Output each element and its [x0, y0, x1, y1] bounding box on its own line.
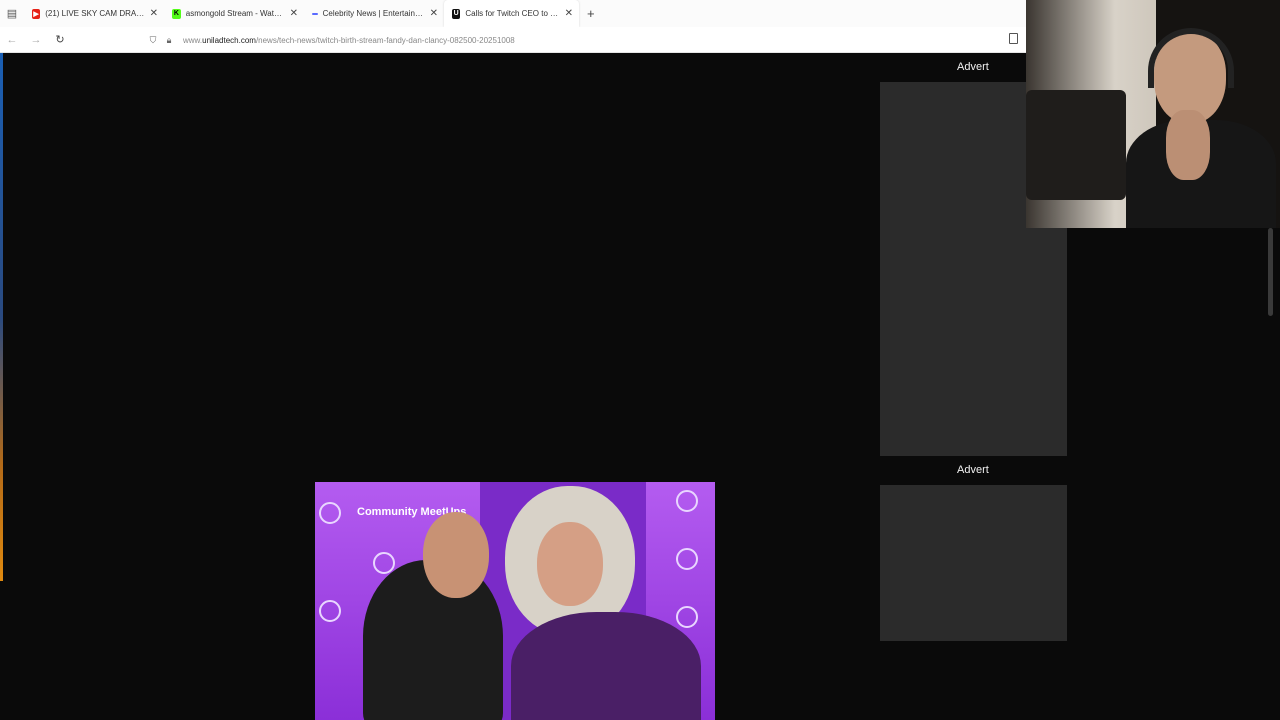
new-tab-icon[interactable]: + [587, 6, 595, 21]
logo-icon [676, 490, 698, 512]
tab-celebrity-news[interactable]: Celebrity News | Entertainment ✕ [304, 0, 444, 27]
lock-icon[interactable]: 🔒︎ [161, 35, 177, 46]
advert-label: Advert [957, 61, 989, 73]
reader-view-icon[interactable] [1009, 33, 1018, 44]
url-text[interactable]: www.uniladtech.com/news/tech-news/twitch… [183, 36, 515, 45]
person-right-body [511, 612, 701, 720]
unilad-icon: U [452, 8, 461, 19]
tab-unilad-active[interactable]: U Calls for Twitch CEO to be arres ✕ [444, 0, 579, 27]
back-icon[interactable]: ← [0, 27, 24, 53]
person-left-head [423, 512, 489, 598]
tab-bar: ▤ ▶ (21) LIVE SKY CAM DRACONIDS ✕ K asmo… [0, 0, 1026, 27]
logo-icon [676, 548, 698, 570]
logo-icon [676, 606, 698, 628]
youtube-icon: ▶ [32, 8, 41, 19]
close-icon[interactable]: ✕ [430, 8, 438, 19]
left-edge-strip [0, 53, 3, 581]
logo-icon [319, 502, 341, 524]
browser-window: ▤ ▶ (21) LIVE SKY CAM DRACONIDS ✕ K asmo… [0, 0, 1026, 53]
reload-icon[interactable]: ↻ [48, 27, 72, 53]
forward-icon[interactable]: → [24, 27, 48, 53]
webcam-overlay [1026, 0, 1280, 228]
page-scrollbar[interactable] [1268, 228, 1273, 316]
tab-label: Calls for Twitch CEO to be arres [465, 9, 560, 18]
person-right-head [537, 522, 603, 606]
tab-label: (21) LIVE SKY CAM DRACONIDS [45, 9, 145, 18]
advert-box-bottom[interactable] [880, 485, 1067, 641]
kick-icon: K [172, 8, 181, 19]
tab-youtube[interactable]: ▶ (21) LIVE SKY CAM DRACONIDS ✕ [24, 0, 164, 27]
shield-icon[interactable]: ⛉ [145, 35, 161, 46]
url-host: uniladtech.com [202, 35, 256, 45]
url-bar[interactable]: ⛉ 🔒︎ www.uniladtech.com/news/tech-news/t… [145, 31, 1025, 49]
streamer-hand [1166, 110, 1210, 180]
close-icon[interactable]: ✕ [565, 8, 573, 19]
close-icon[interactable]: ✕ [150, 8, 158, 19]
url-prefix: www. [183, 35, 203, 45]
close-icon[interactable]: ✕ [290, 8, 298, 19]
tab-list-icon[interactable]: ▤ [0, 0, 24, 27]
dot-icon [312, 12, 318, 15]
webcam-chair [1026, 90, 1126, 200]
article-image: Community MeetUps [315, 482, 715, 720]
tab-label: Celebrity News | Entertainment [322, 9, 426, 18]
tab-label: asmongold Stream - Watch Live [185, 9, 286, 18]
nav-bar: ← → ↻ ⛉ 🔒︎ www.uniladtech.com/news/tech-… [0, 27, 1026, 53]
url-path: /news/tech-news/twitch-birth-stream-fand… [255, 35, 515, 45]
logo-icon [319, 600, 341, 622]
advert-label: Advert [957, 464, 989, 476]
tab-kick[interactable]: K asmongold Stream - Watch Live ✕ [164, 0, 304, 27]
